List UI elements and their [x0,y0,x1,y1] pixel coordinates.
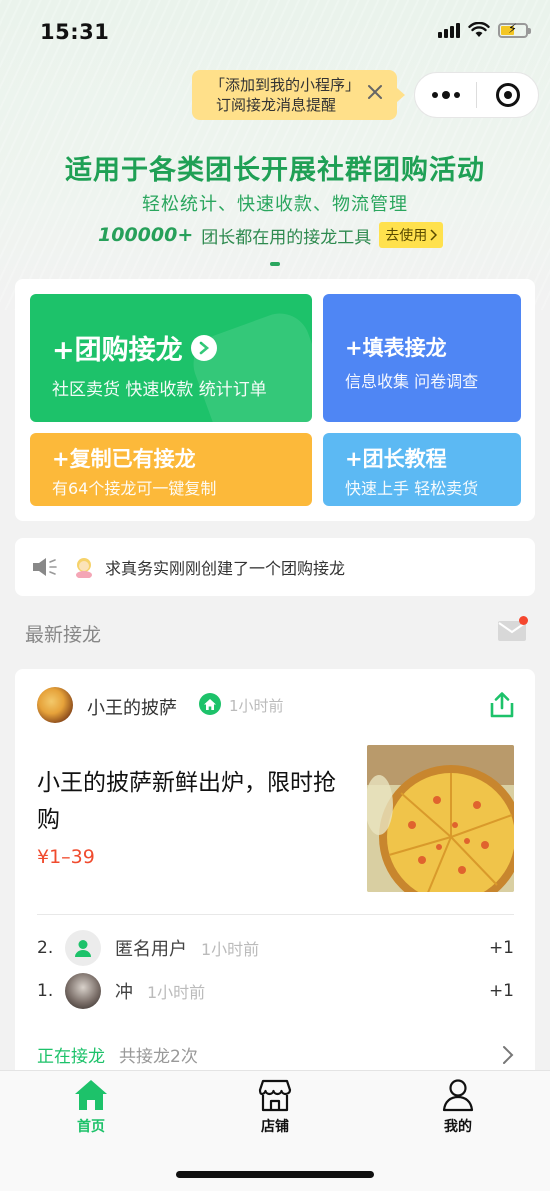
form-tile[interactable]: +填表接龙 信息收集 问卷调查 [323,294,521,422]
baby-avatar-icon [76,558,92,578]
tab-shop-label: 店铺 [261,1119,289,1135]
hero-subtitle: 轻松统计、快速收款、物流管理 [142,194,408,215]
create-card: +团购接龙 社区卖货 快速收款 统计订单 +填表接龙 信息收集 问卷调查 +复制… [15,279,535,521]
unread-dot [519,616,528,625]
entry-index: 1. [37,981,54,1001]
group-buy-desc: 社区卖货 快速收款 统计订单 [52,380,267,400]
user-icon [442,1079,474,1112]
tutorial-desc: 快速上手 轻松卖货 [345,479,479,498]
shop-name[interactable]: 小王的披萨 [87,694,177,720]
tab-shop[interactable]: 店铺 [225,1077,325,1136]
tab-home-label: 首页 [77,1119,105,1135]
user-count: 100000+ [98,224,194,246]
chevron-right-icon [503,1045,514,1064]
target-icon [495,83,520,107]
home-indicator [176,1171,374,1178]
post-price: ¥1–39 [37,846,95,868]
divider [37,914,514,915]
share-icon[interactable] [489,691,515,719]
entry-qty: +1 [488,938,514,958]
entry-time: 1小时前 [201,940,260,959]
more-dots-icon [431,91,460,99]
group-buy-title: +团购接龙 [52,335,183,366]
total-count: 共接龙2次 [119,1047,198,1067]
latest-heading: 最新接龙 [25,624,102,646]
battery-icon: ⚡ [498,22,531,38]
more-button[interactable] [415,73,476,117]
add-miniprogram-tooltip: 「添加到我的小程序」 订阅接龙消息提醒 [192,70,405,120]
wifi-icon [468,22,490,37]
shop-home-icon [199,693,221,715]
status-active: 正在接龙 [37,1047,105,1067]
copy-tile[interactable]: +复制已有接龙 有64个接龙可一键复制 [30,433,312,506]
entry-row: 1. 冲 1小时前 +1 [37,973,514,1009]
status-icons: ⚡ [438,22,531,38]
tutorial-title: +团长教程 [345,447,447,471]
carousel-indicator [270,262,280,266]
anonymous-avatar [65,930,101,966]
tutorial-tile[interactable]: +团长教程 快速上手 轻松卖货 [323,433,521,506]
go-use-label: 去使用 [385,228,428,244]
post-status-row[interactable]: 正在接龙 共接龙2次 [37,1042,514,1067]
shop-avatar[interactable] [37,687,73,723]
tab-home[interactable]: 首页 [41,1077,141,1136]
store-icon [258,1079,292,1112]
group-buy-tile[interactable]: +团购接龙 社区卖货 快速收款 统计订单 [30,294,312,422]
tab-me-label: 我的 [444,1119,472,1135]
hero-stats: 100000+ 团长都在用的接龙工具 去使用 [98,222,444,248]
post-title: 小王的披萨新鲜出炉，限时抢购 [37,770,336,833]
post-card[interactable]: 小王的披萨 1小时前 小王的披萨新鲜出炉，限时抢购 ¥1–39 2. 匿名用户 … [15,669,535,1089]
user-count-text: 团长都在用的接龙工具 [201,227,372,248]
speaker-icon [33,558,57,576]
form-title: +填表接龙 [345,336,447,360]
pizza-image [367,745,514,892]
entry-row: 2. 匿名用户 1小时前 +1 [37,930,514,966]
home-icon [75,1080,107,1110]
hero-title: 适用于各类团长开展社群团购活动 [65,155,485,186]
notice-text: 求真务实刚刚创建了一个团购接龙 [105,559,346,578]
chevron-right-icon [430,229,438,241]
activity-notice: 求真务实刚刚创建了一个团购接龙 [15,538,535,596]
tab-me[interactable]: 我的 [408,1077,508,1136]
post-time: 1小时前 [229,697,284,715]
entry-qty: +1 [488,981,514,1001]
tile-decoration [185,305,312,422]
entry-name: 冲 [115,982,133,1003]
entry-name: 匿名用户 [115,939,187,960]
miniprogram-capsule [414,72,539,118]
user-avatar [65,973,101,1009]
entry-time: 1小时前 [147,983,206,1002]
exit-button[interactable] [477,73,538,117]
signal-icon [438,22,460,38]
entry-index: 2. [37,938,54,958]
status-time: 15:31 [40,20,110,44]
go-use-button[interactable]: 去使用 [379,222,444,248]
close-icon[interactable] [365,82,385,102]
form-desc: 信息收集 问卷调查 [345,372,479,391]
copy-title: +复制已有接龙 [52,447,196,471]
copy-desc: 有64个接龙可一键复制 [52,479,217,498]
